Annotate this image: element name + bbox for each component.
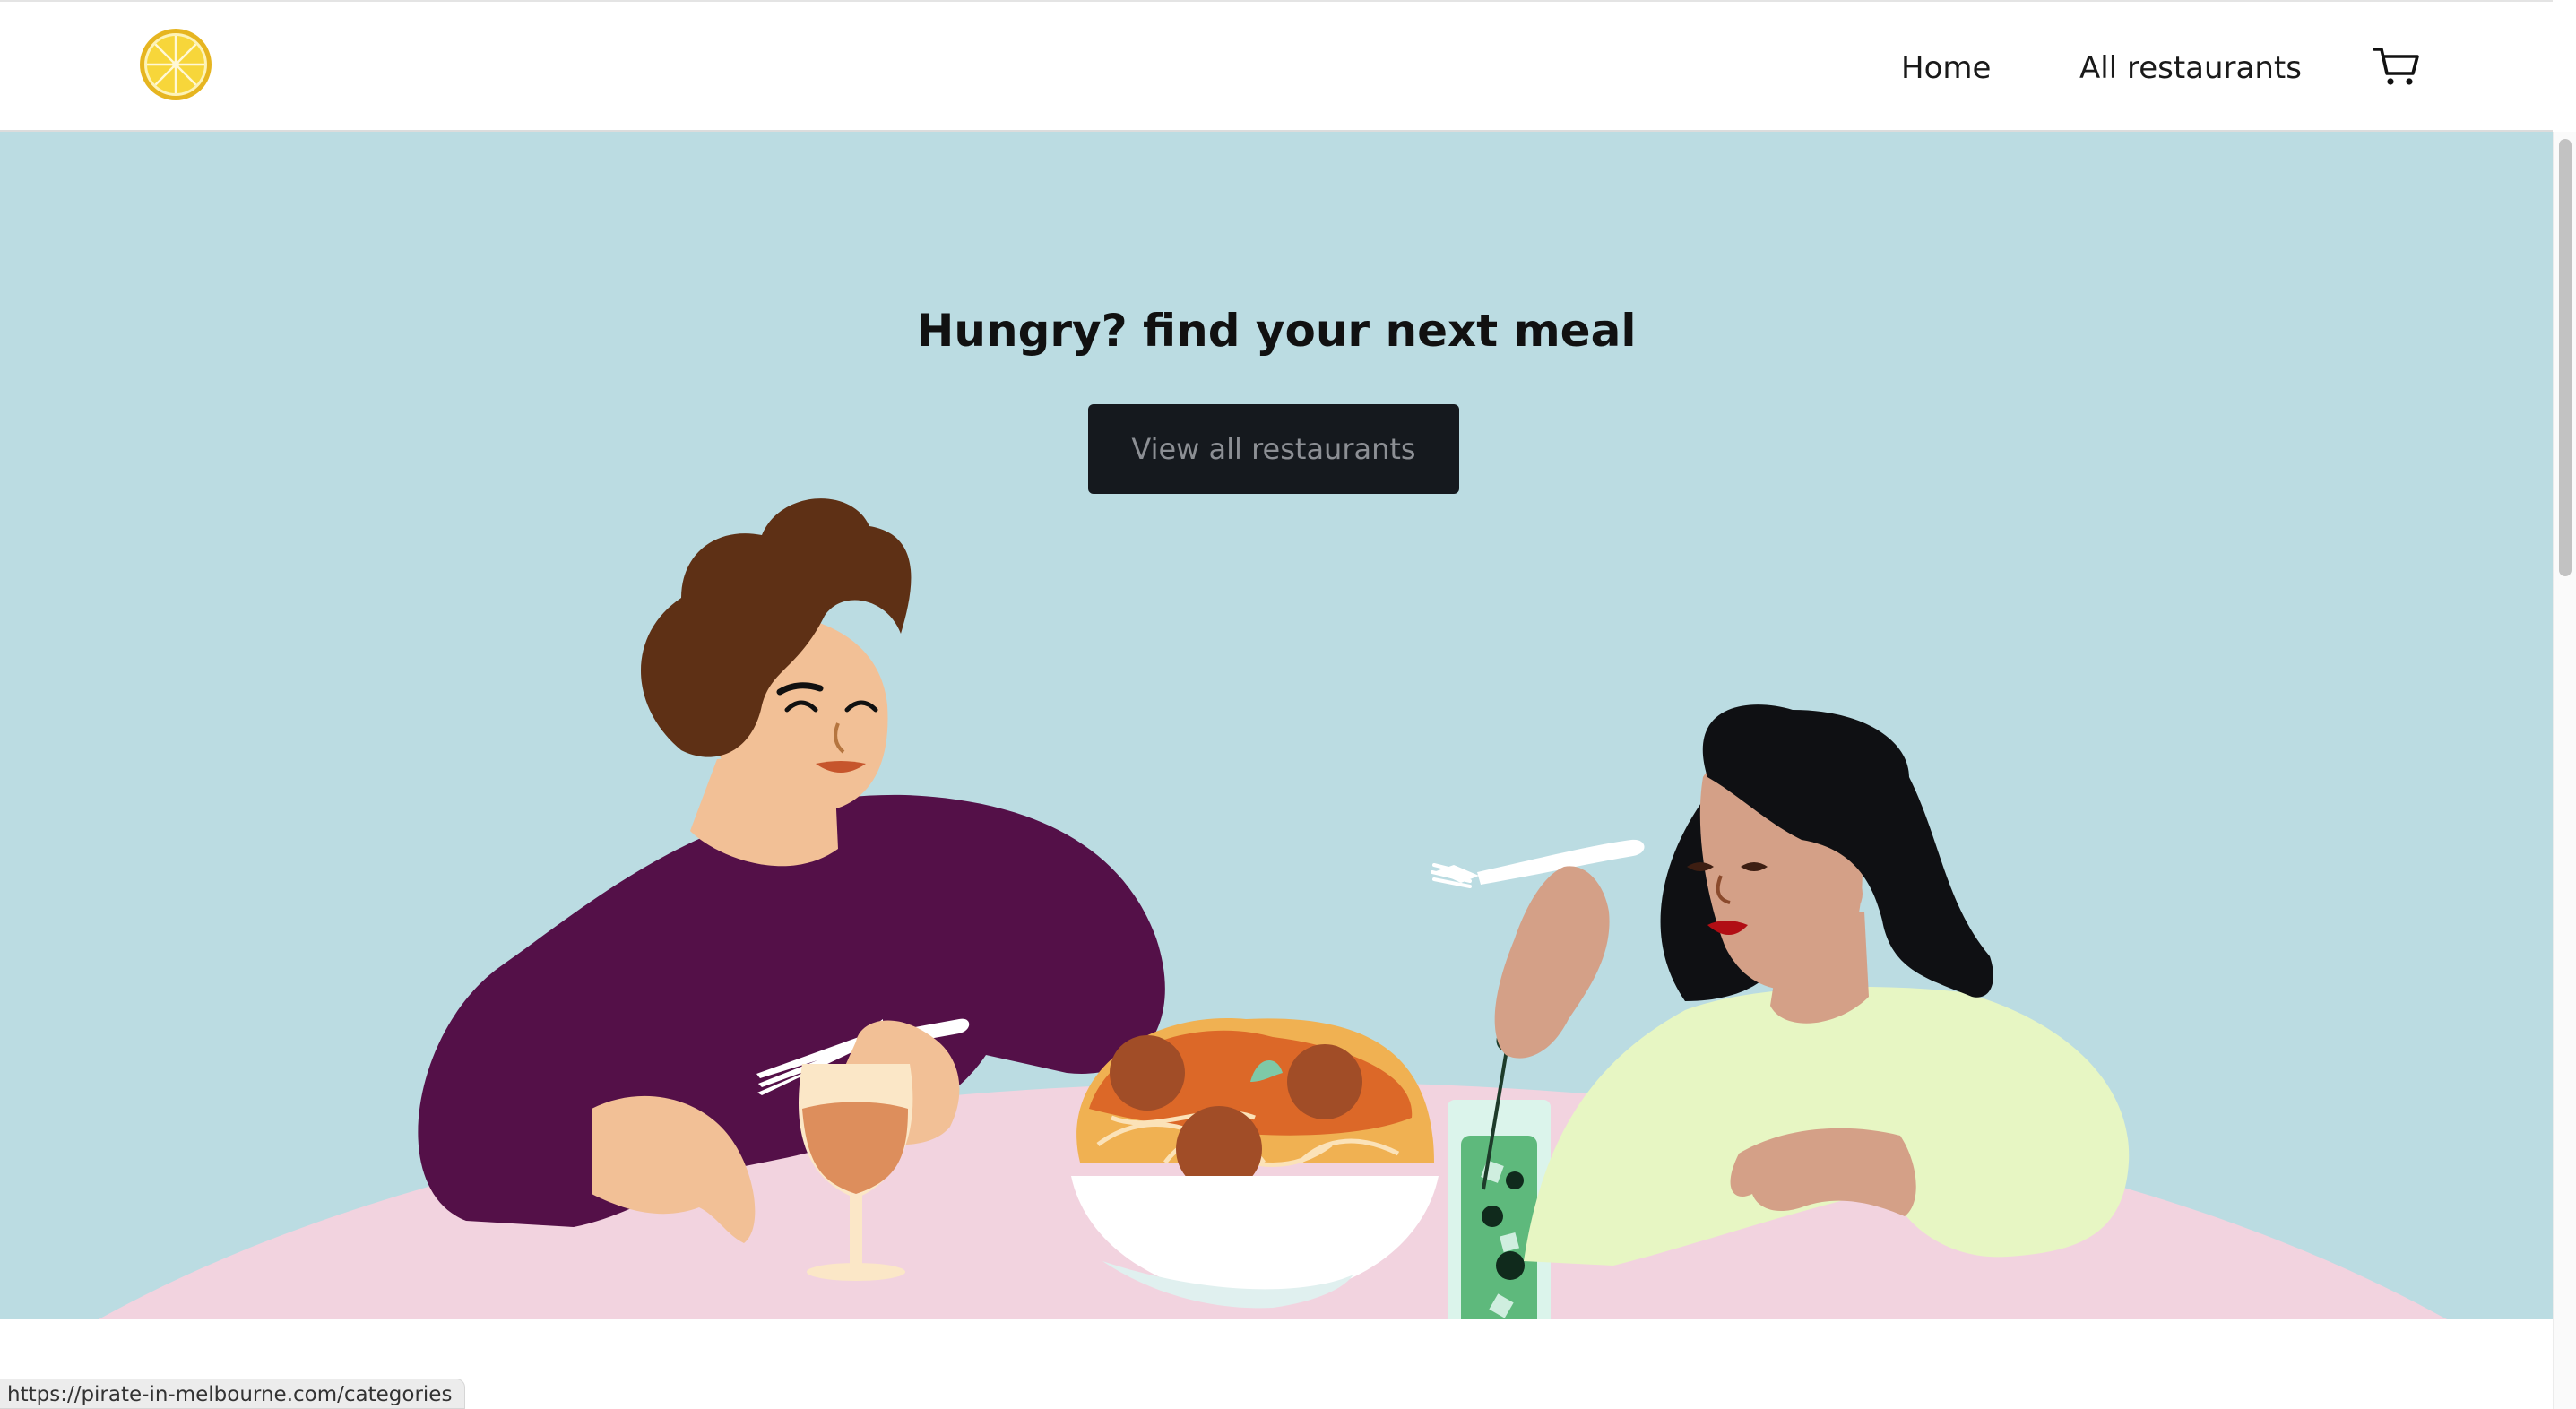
olive-1 [1482,1206,1503,1227]
olive-3 [1506,1171,1524,1189]
lemon-logo-icon[interactable] [138,27,213,102]
shopping-cart-icon[interactable] [2372,41,2422,91]
status-bar-url: https://pirate-in-melbourne.com/categori… [0,1379,466,1409]
woman-ear [1827,872,1863,915]
view-all-restaurants-button[interactable]: View all restaurants [1088,404,1459,494]
vertical-scrollbar[interactable] [2553,132,2576,1409]
meatball-2 [1287,1044,1362,1119]
page: Home All restaurants Hungry? find your n… [0,0,2576,1409]
scrollbar-thumb[interactable] [2559,139,2572,576]
cocktail-liquid [1461,1136,1537,1319]
site-header: Home All restaurants [0,0,2553,132]
nav-home-link[interactable]: Home [1901,48,1991,88]
nav-all-restaurants-link[interactable]: All restaurants [2079,48,2302,88]
woman-hand-fork [1494,866,1610,1059]
hero-title: Hungry? find your next meal [916,305,1637,357]
meatball-1 [1110,1035,1185,1111]
hero-section: Hungry? find your next meal View all res… [0,132,2553,1319]
wine-glass-base [807,1263,905,1281]
olive-2 [1496,1251,1525,1280]
wine-glass-stem [850,1194,862,1270]
